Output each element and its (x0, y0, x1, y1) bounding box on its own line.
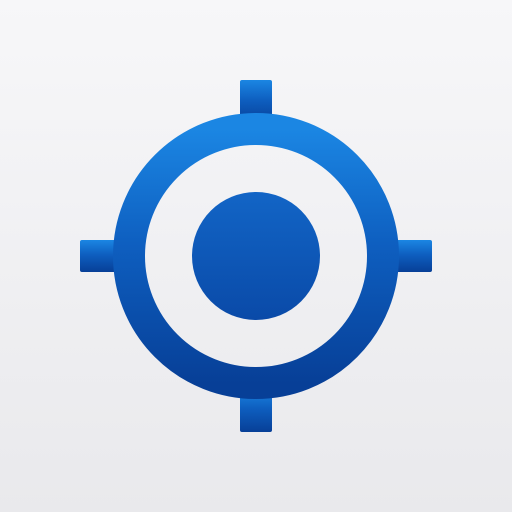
crosshair-target-icon (80, 80, 432, 432)
app-icon[interactable] (0, 0, 512, 512)
center-dot (192, 192, 320, 320)
